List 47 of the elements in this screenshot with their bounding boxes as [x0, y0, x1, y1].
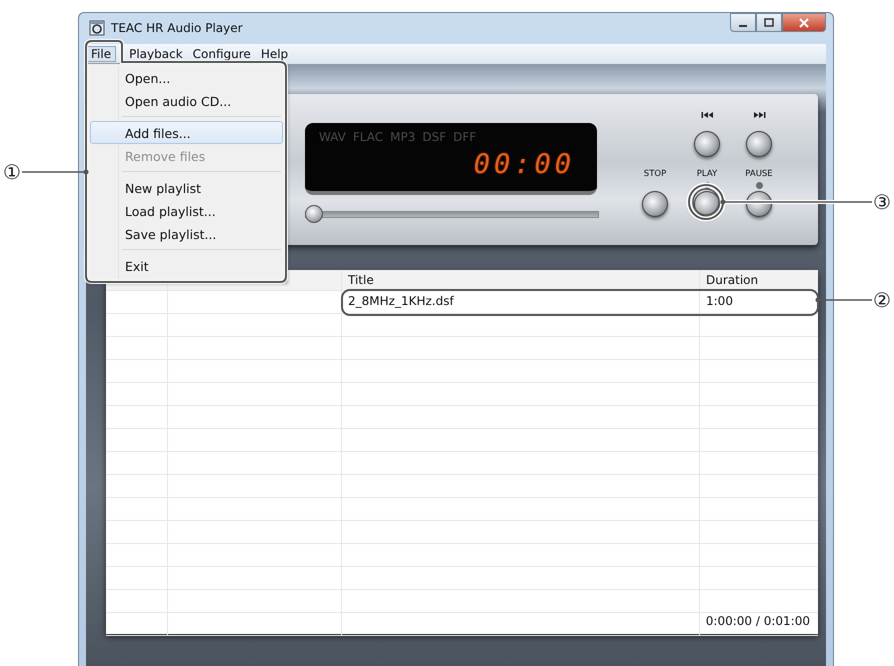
format-label: DSF [422, 130, 446, 144]
menu-option[interactable]: Load playlist... [90, 199, 283, 222]
indicator-light [756, 182, 762, 188]
seek-thumb[interactable] [305, 205, 323, 223]
menu-option[interactable]: Open... [90, 66, 283, 89]
skip-forward-icon [752, 112, 766, 118]
format-label: MP3 [390, 130, 416, 144]
total-time: 0:00:00 / 0:01:00 [706, 614, 810, 628]
next-button[interactable] [746, 131, 772, 157]
time-readout: 00:00 [474, 149, 575, 180]
button-label: PLAY [696, 169, 718, 179]
menu-item[interactable]: Configure [188, 46, 256, 62]
maximize-icon [764, 18, 774, 28]
callout-number: ① [3, 160, 21, 184]
menu-item[interactable]: File [86, 46, 116, 62]
menu-item[interactable]: Help [256, 46, 294, 62]
minimize-button[interactable] [730, 13, 756, 32]
format-label: FLAC [352, 130, 384, 144]
maximize-button[interactable] [756, 13, 782, 32]
table-cell: 2_8MHz_1KHz.dsf [342, 291, 700, 313]
prev-button[interactable] [694, 131, 720, 157]
seek-slider[interactable] [305, 205, 599, 223]
column-header[interactable]: Title [342, 270, 700, 290]
button-label: STOP [644, 169, 666, 179]
leader-line [816, 298, 872, 302]
column-header[interactable]: Duration [700, 270, 818, 290]
skip-back-icon [700, 112, 714, 118]
table-cell-text: 1:00 [705, 293, 734, 310]
close-icon [799, 18, 809, 28]
callout-number: ② [873, 288, 891, 312]
menu-option[interactable]: Exit [90, 254, 283, 277]
format-label: WAV [319, 130, 346, 144]
menu-option[interactable]: Save playlist... [90, 222, 283, 245]
callout-number: ③ [873, 190, 891, 214]
app-icon [89, 20, 105, 36]
menu-option[interactable]: Add files... [90, 121, 283, 144]
window-title: TEAC HR Audio Player [111, 21, 243, 35]
close-button[interactable] [782, 13, 826, 32]
minimize-icon [739, 24, 747, 26]
callout-outline [686, 182, 726, 222]
leader-line [22, 170, 88, 174]
menu-option[interactable]: Open audio CD... [90, 89, 283, 112]
format-label: DFF [453, 130, 476, 144]
button-label: PAUSE [745, 169, 773, 179]
menu-item[interactable]: Playback [124, 46, 188, 62]
menu-option[interactable]: New playlist [90, 176, 283, 199]
stop-button[interactable] [642, 191, 668, 217]
